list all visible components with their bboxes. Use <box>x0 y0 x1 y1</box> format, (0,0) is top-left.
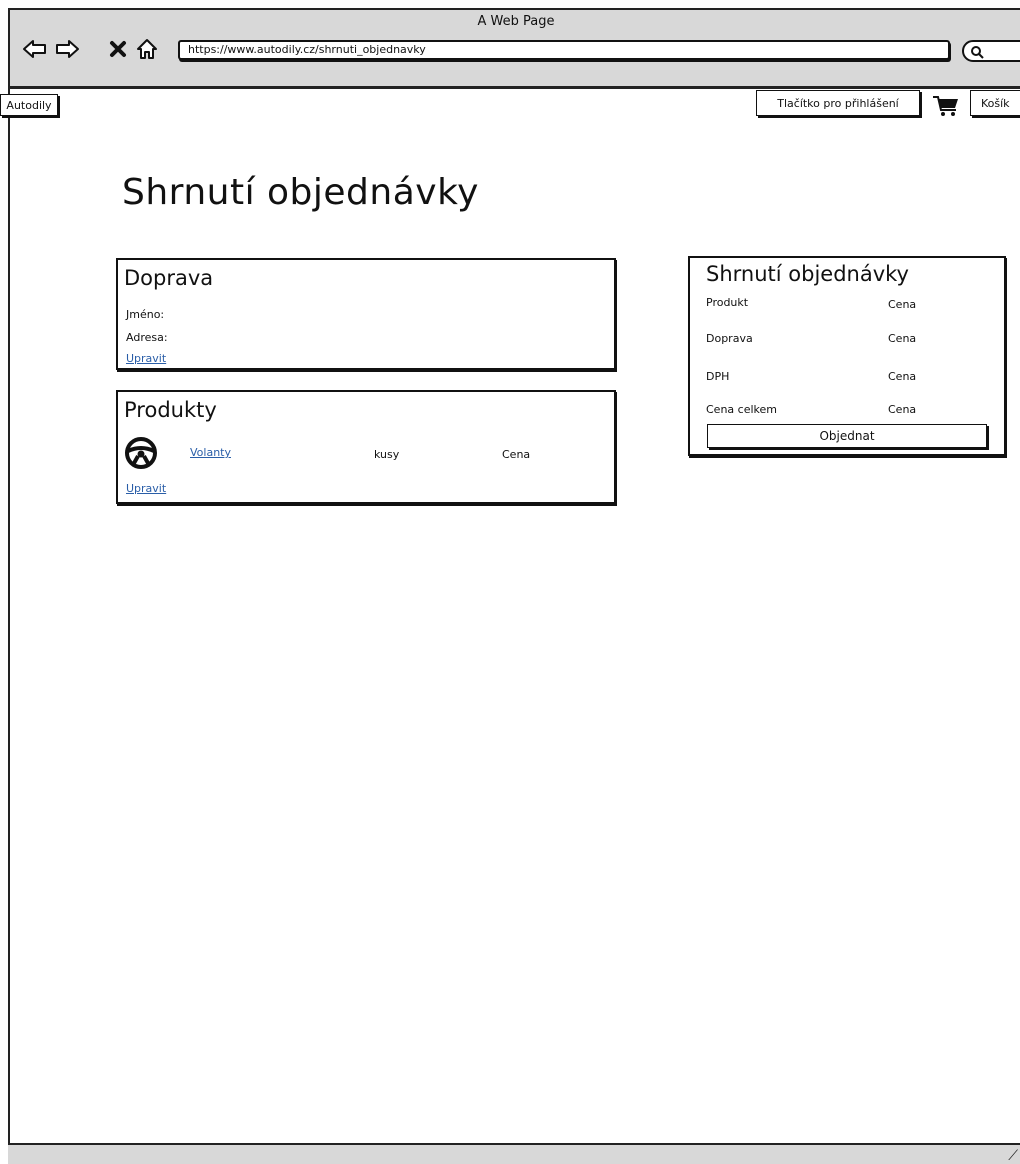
shipping-edit-link[interactable]: Upravit <box>126 352 166 365</box>
order-button[interactable]: Objednat <box>707 424 987 448</box>
summary-shipping-value: Cena <box>888 332 917 345</box>
stop-icon[interactable] <box>108 36 128 62</box>
summary-product-label: Produkt <box>706 296 749 309</box>
cart-button[interactable]: Košík <box>970 90 1020 116</box>
address-bar[interactable]: https://www.autodily.cz/shrnuti_objednav… <box>178 40 950 60</box>
page-title: Shrnutí objednávky <box>122 172 479 213</box>
shipping-panel: Doprava Jméno: Adresa: Upravit <box>116 258 616 370</box>
summary-shipping-label: Doprava <box>706 332 753 345</box>
summary-total-label: Cena celkem <box>706 403 777 416</box>
summary-product-value: Cena <box>888 298 917 311</box>
address-label: Adresa: <box>126 331 168 344</box>
product-quantity: kusy <box>374 448 400 461</box>
summary-total-value: Cena <box>888 403 917 416</box>
logo-button[interactable]: Autodily <box>0 94 58 116</box>
search-icon <box>970 44 984 63</box>
status-bar: ⟋ <box>8 1143 1020 1164</box>
product-name-link[interactable]: Volanty <box>190 446 231 459</box>
login-button[interactable]: Tlačítko pro přihlášení <box>756 90 920 116</box>
cart-icon[interactable] <box>932 94 960 118</box>
browser-toolbar: A Web Page https://www.autodily.cz/shrnu… <box>8 8 1020 88</box>
window-title: A Web Page <box>477 14 555 29</box>
forward-arrow-icon[interactable] <box>54 36 80 62</box>
back-arrow-icon[interactable] <box>22 36 48 62</box>
summary-title: Shrnutí objednávky <box>706 262 909 286</box>
search-field[interactable] <box>962 40 1020 62</box>
name-label: Jméno: <box>126 308 165 321</box>
summary-vat-label: DPH <box>706 370 730 383</box>
product-price: Cena <box>502 448 531 461</box>
products-edit-link[interactable]: Upravit <box>126 482 166 495</box>
resize-grip-icon[interactable]: ⟋ <box>1008 1148 1018 1164</box>
toolbar-divider <box>8 86 1020 89</box>
steering-wheel-icon <box>124 436 158 470</box>
products-panel: Produkty Volanty kusy Cena Upravit <box>116 390 616 504</box>
shipping-title: Doprava <box>124 266 214 290</box>
summary-vat-value: Cena <box>888 370 917 383</box>
products-title: Produkty <box>124 398 217 422</box>
home-icon[interactable] <box>134 36 160 62</box>
window-border <box>8 88 10 1143</box>
